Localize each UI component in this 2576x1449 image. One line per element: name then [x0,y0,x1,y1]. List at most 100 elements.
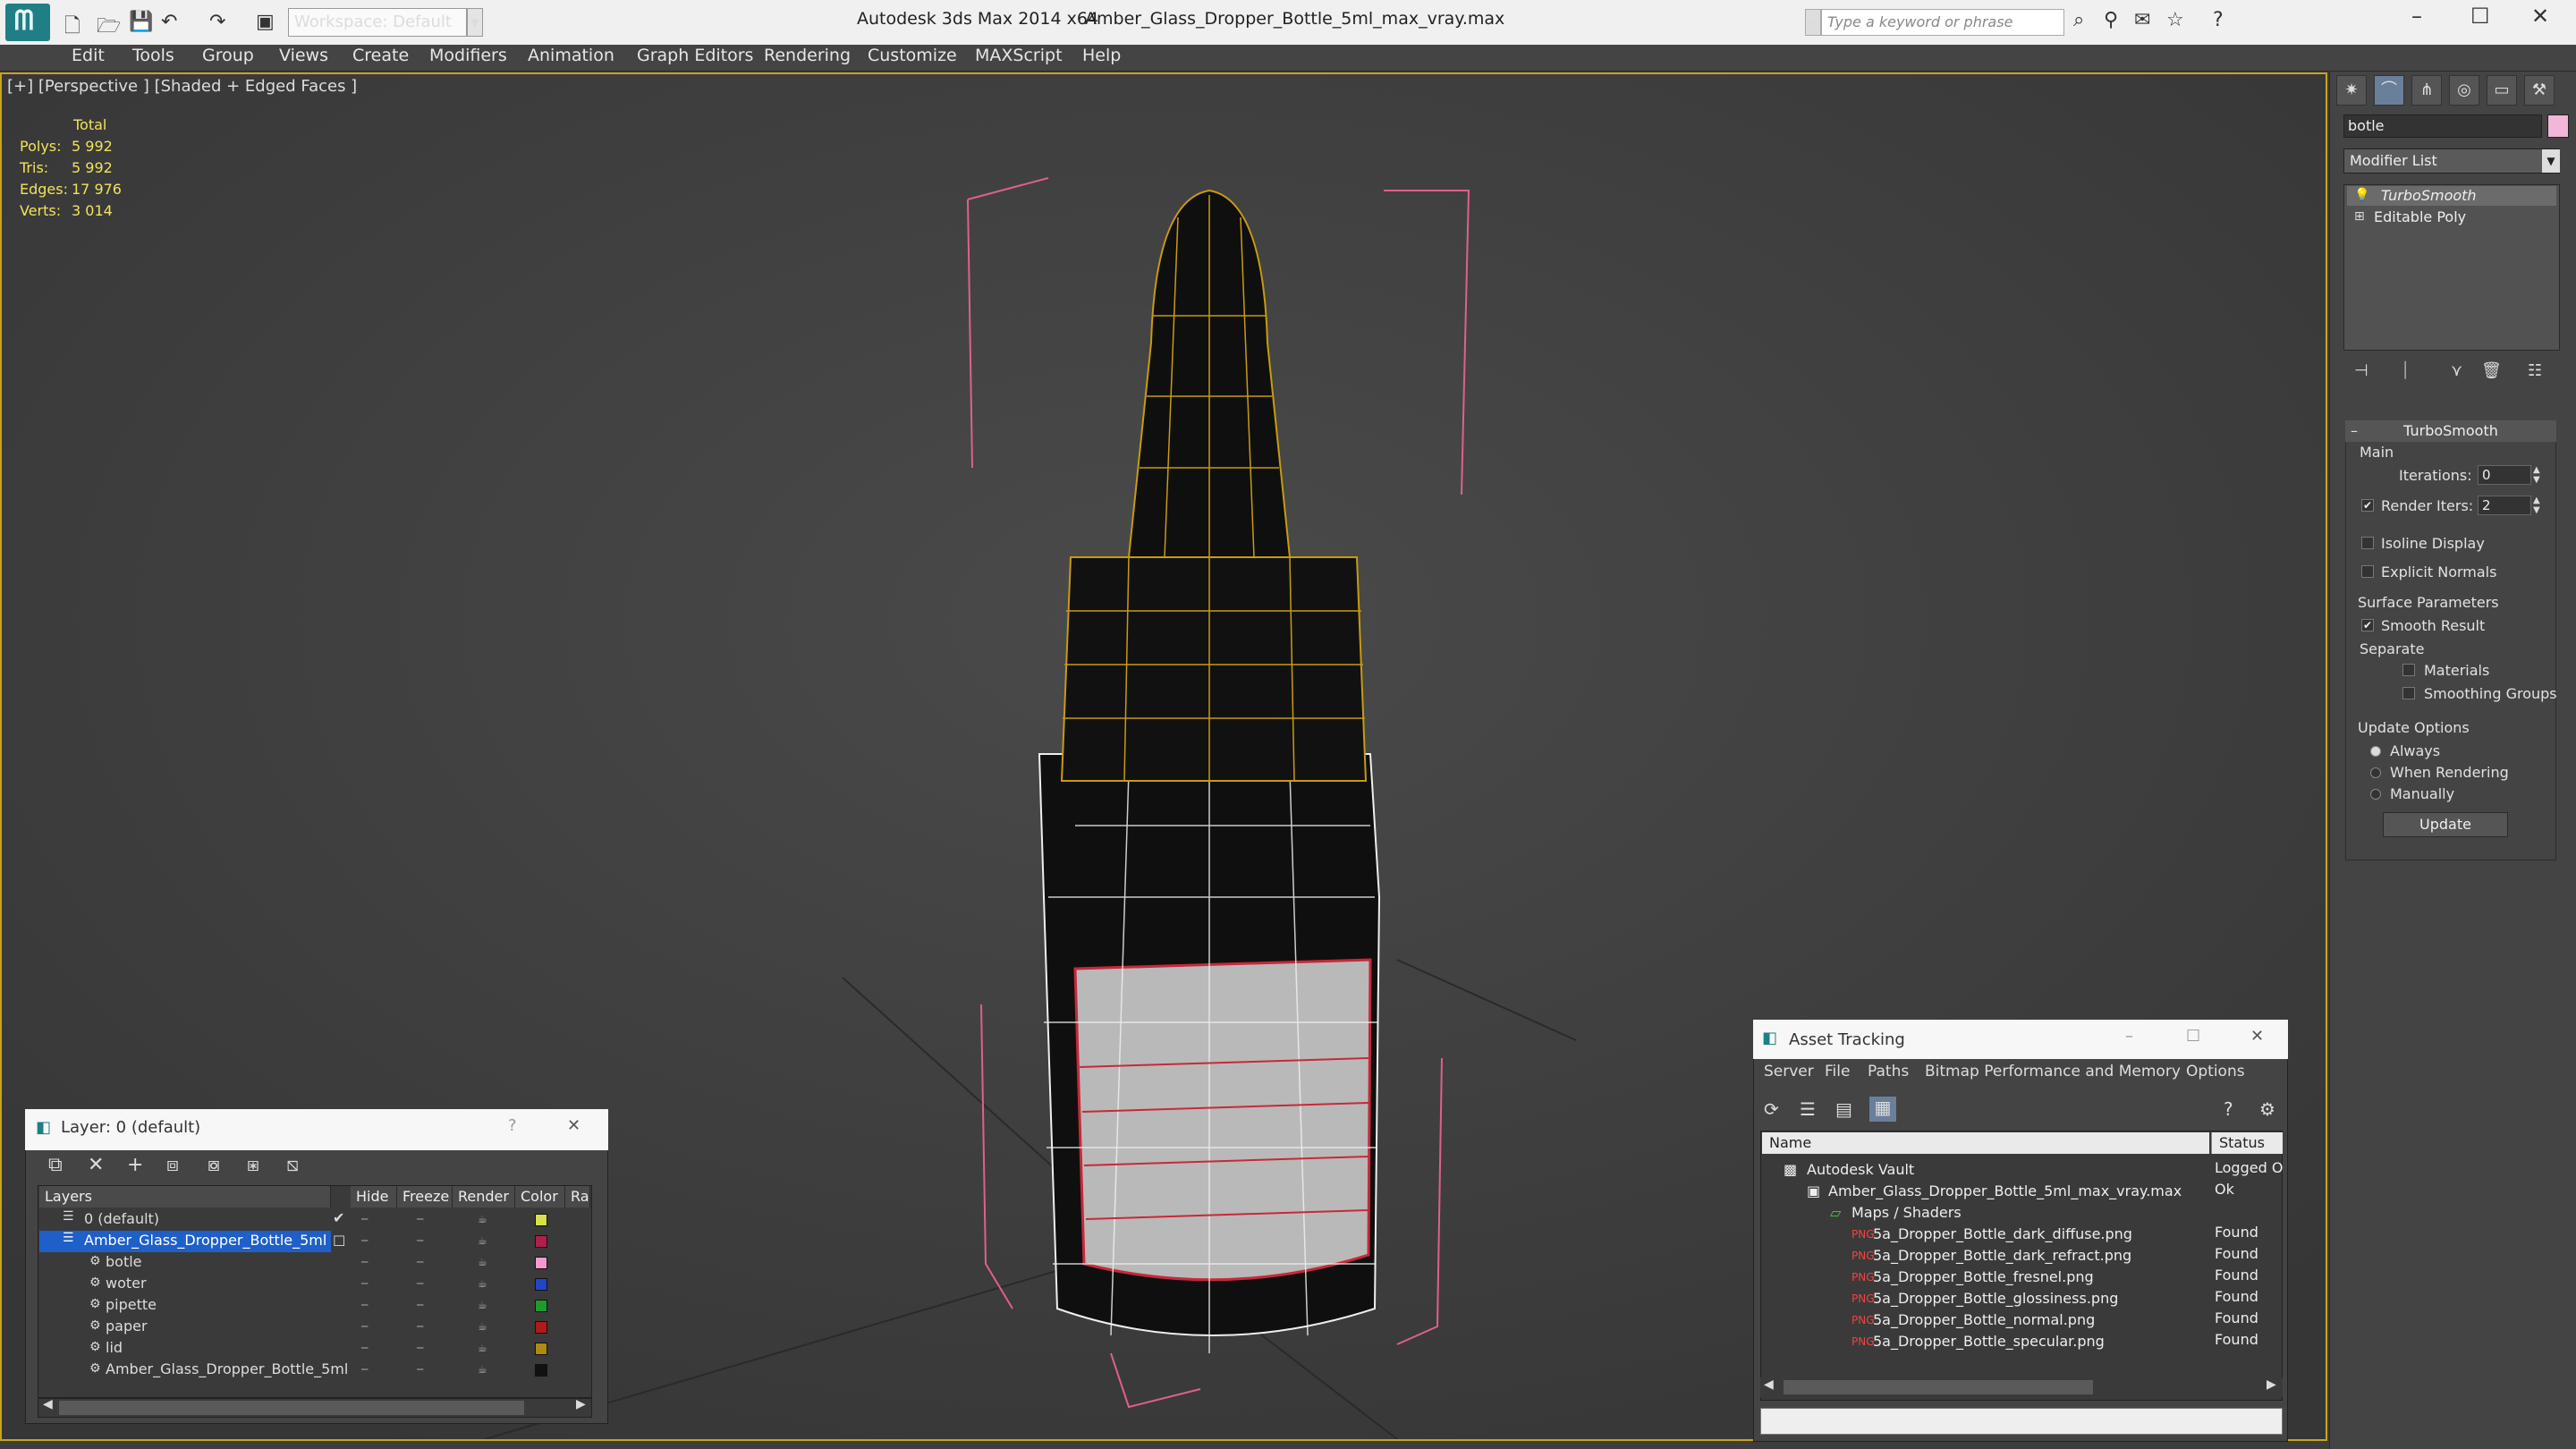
workspace-dropdown[interactable]: Workspace: Default [288,8,467,37]
close-icon[interactable]: ✕ [567,1116,580,1135]
freeze-toggle[interactable]: ─ [417,1277,423,1290]
pin-stack-icon[interactable]: ⊣ [2354,361,2368,380]
hide-toggle[interactable]: ─ [361,1277,368,1290]
col-freeze[interactable]: Freeze [397,1186,453,1208]
chevron-down-icon[interactable]: ▼ [467,8,483,37]
minimize-icon[interactable]: – [2411,4,2422,29]
tree-view-icon[interactable]: ▤ [1835,1098,1852,1120]
col-hide[interactable]: Hide [351,1186,397,1208]
scroll-left-icon[interactable]: ◀ [43,1397,53,1411]
layer-color-swatch[interactable] [535,1214,547,1226]
layer-object-name[interactable]: lid [106,1339,123,1356]
new-file-icon[interactable]: 🗋 [64,11,80,45]
select-in-layer-icon[interactable]: ⧈ [166,1154,179,1176]
spinner-arrows-icon[interactable]: ▲ ▼ [2533,465,2540,485]
menu-views[interactable]: Views [279,46,328,65]
display-tab-icon[interactable]: ▭ [2487,75,2517,106]
open-file-icon[interactable]: 🗁 [97,11,121,45]
expand-plus-icon[interactable]: ⊞ [2354,209,2365,224]
scroll-right-icon[interactable]: ▶ [576,1397,586,1411]
asset-menu-server[interactable]: Server [1764,1063,1814,1080]
utilities-tab-icon[interactable]: ⚒ [2524,75,2555,106]
when-rendering-radio[interactable] [2370,767,2381,778]
render-toggle-icon[interactable]: ☕ [478,1213,487,1225]
freeze-toggle[interactable]: ─ [417,1213,423,1225]
table-view-icon[interactable]: ▦ [1869,1097,1896,1122]
search-expand-icon[interactable]: ▶ [1805,9,1821,36]
smooth-result-checkbox[interactable]: ✔ [2361,619,2374,631]
iterations-spinner[interactable]: 0 [2478,465,2531,485]
freeze-toggle[interactable]: ─ [417,1342,423,1354]
layer-color-swatch[interactable] [535,1278,547,1291]
render-toggle-icon[interactable]: ☕ [478,1363,487,1376]
stack-item-turbosmooth[interactable]: TurboSmooth [2347,186,2556,206]
close-icon[interactable]: ✕ [2250,1027,2264,1046]
menu-animation[interactable]: Animation [528,46,614,65]
layer-color-swatch[interactable] [535,1364,547,1377]
modifier-list-dropdown[interactable]: Modifier List [2343,148,2560,174]
col-radiosity[interactable]: Ra [565,1186,590,1208]
maximize-icon[interactable]: ☐ [2470,4,2490,29]
render-iters-spinner[interactable]: 2 [2478,496,2531,515]
asset-menu-bitmap[interactable]: Bitmap Performance and Memory [1925,1063,2181,1080]
redo-icon[interactable]: ↷ [209,11,225,33]
active-check-icon[interactable]: ✔ [333,1209,344,1226]
table-row[interactable]: 5a_Dropper_Bottle_normal.png [1873,1309,2204,1331]
make-unique-icon[interactable]: ⋎ [2451,361,2462,380]
object-name-field[interactable]: botle [2343,114,2542,138]
scroll-right-icon[interactable]: ▶ [2267,1377,2276,1392]
add-to-layer-icon[interactable]: + [127,1154,143,1176]
layer-color-swatch[interactable] [535,1257,547,1269]
delete-layer-icon[interactable]: ✕ [88,1154,104,1176]
menu-rendering[interactable]: Rendering [764,46,851,65]
table-row[interactable]: 5a_Dropper_Bottle_glossiness.png [1873,1288,2204,1309]
layer-object-name[interactable]: pipette [106,1296,157,1313]
show-end-result-icon[interactable]: ⏐ [2401,361,2410,380]
freeze-toggle[interactable]: ─ [417,1234,423,1247]
collapse-icon[interactable]: – [2351,422,2358,439]
render-toggle-icon[interactable]: ☕ [478,1320,487,1333]
asset-menu-file[interactable]: File [1825,1063,1850,1080]
save-icon[interactable]: 💾 [129,11,153,33]
layer-object-name[interactable]: woter [106,1275,147,1292]
lightbulb-icon[interactable]: 💡 [2354,188,2369,202]
table-row[interactable]: Maps / Shaders [1852,1202,2191,1224]
hide-toggle[interactable]: ─ [361,1299,368,1311]
stack-item-editable-poly[interactable]: Editable Poly [2347,208,2556,227]
layer-color-swatch[interactable] [535,1343,547,1355]
list-view-icon[interactable]: ☰ [1800,1098,1816,1120]
table-row[interactable]: 5a_Dropper_Bottle_dark_diffuse.png [1873,1224,2204,1245]
help-icon[interactable]: ? [508,1116,517,1135]
hide-toggle[interactable]: ─ [361,1234,368,1247]
remove-modifier-icon[interactable]: 🗑 [2481,361,2502,380]
col-layers[interactable]: Layers [39,1186,331,1208]
modify-tab-icon[interactable]: ⌒ [2374,75,2404,106]
table-row[interactable]: 5a_Dropper_Bottle_fresnel.png [1873,1267,2204,1288]
hide-toggle[interactable]: ─ [361,1213,368,1225]
minimize-icon[interactable]: – [2125,1027,2133,1046]
menu-tools[interactable]: Tools [132,46,174,65]
render-toggle-icon[interactable]: ☕ [478,1256,487,1268]
asset-menu-paths[interactable]: Paths [1868,1063,1909,1080]
menu-help[interactable]: Help [1082,46,1121,65]
render-toggle-icon[interactable]: ☕ [478,1299,487,1311]
highlight-layer-icon[interactable]: ⧇ [208,1154,220,1176]
render-toggle-icon[interactable]: ☕ [478,1342,487,1354]
render-toggle-icon[interactable]: ☕ [478,1277,487,1290]
layer-object-name[interactable]: Amber_Glass_Dropper_Bottle_5ml [106,1360,348,1377]
app-logo-icon[interactable]: ᗰ [5,4,50,41]
set-current-icon[interactable]: ☐ [333,1233,345,1250]
menu-modifiers[interactable]: Modifiers [429,46,507,65]
viewport-label[interactable]: [+] [Perspective ] [Shaded + Edged Faces… [7,77,357,96]
turbosmooth-rollout-header[interactable]: TurboSmooth [2345,420,2556,442]
scroll-left-icon[interactable]: ◀ [1764,1377,1774,1392]
create-tab-icon[interactable]: ✷ [2336,75,2367,106]
table-row[interactable]: Autodesk Vault [1807,1159,2200,1181]
menu-customize[interactable]: Customize [868,46,957,65]
explicit-normals-checkbox[interactable] [2361,565,2374,578]
materials-checkbox[interactable] [2402,664,2415,676]
help-icon[interactable]: ? [2224,1098,2233,1120]
freeze-toggle[interactable]: ─ [417,1363,423,1376]
maximize-icon[interactable]: ☐ [2186,1027,2200,1046]
scrollbar-thumb[interactable] [59,1401,524,1415]
